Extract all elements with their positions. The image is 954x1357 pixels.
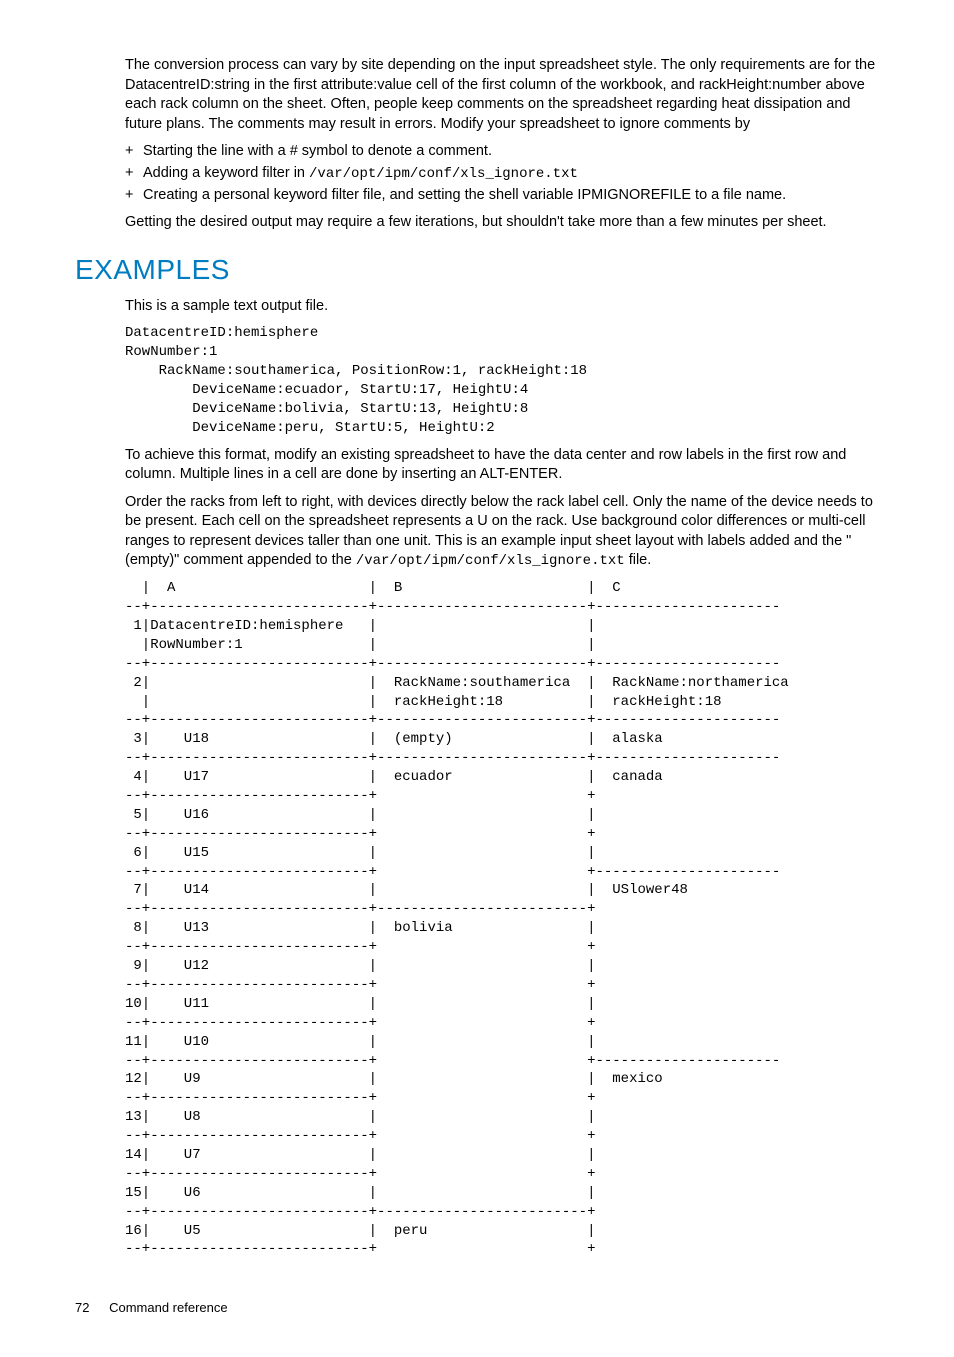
footer-section: Command reference (109, 1300, 228, 1315)
bullet-2-text: Adding a keyword filter in (143, 165, 309, 181)
intro-paragraph-1: The conversion process can vary by site … (125, 56, 884, 134)
page-footer: 72 Command reference (75, 1299, 884, 1317)
intro-bullets: Starting the line with a # symbol to den… (125, 142, 884, 205)
page-number: 72 (75, 1299, 89, 1317)
examples-p3-code: /var/opt/ipm/conf/xls_ignore.txt (356, 553, 625, 569)
examples-intro: This is a sample text output file. (125, 297, 884, 317)
bullet-3: Creating a personal keyword filter file,… (143, 186, 884, 206)
intro-paragraph-2: Getting the desired output may require a… (125, 213, 884, 233)
examples-p3: Order the racks from left to right, with… (125, 493, 884, 572)
sample-output-code: DatacentreID:hemisphere RowNumber:1 Rack… (125, 324, 884, 437)
bullet-2: Adding a keyword filter in /var/opt/ipm/… (143, 164, 884, 184)
bullet-2-code: /var/opt/ipm/conf/xls_ignore.txt (309, 166, 578, 182)
examples-p3-text-b: file. (625, 552, 652, 568)
spreadsheet-ascii-table: | A | B | C --+-------------------------… (125, 579, 884, 1259)
examples-heading: Examples (75, 251, 884, 289)
examples-p2: To achieve this format, modify an existi… (125, 446, 884, 485)
bullet-1: Starting the line with a # symbol to den… (143, 142, 884, 162)
